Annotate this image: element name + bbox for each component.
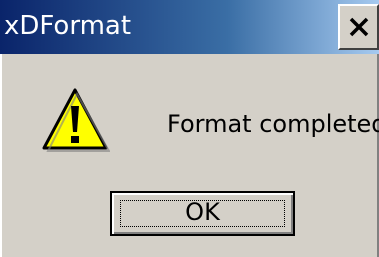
ok-button[interactable]: OK	[110, 191, 295, 236]
warning-icon	[40, 86, 111, 156]
frame-left	[0, 54, 2, 257]
dialog-message: Format completed.	[167, 110, 379, 138]
message-dialog: xDFormat Format completed. OK	[0, 0, 379, 257]
close-button[interactable]	[338, 4, 379, 50]
ok-button-label: OK	[185, 198, 220, 226]
window-title: xDFormat	[4, 11, 132, 41]
close-icon	[349, 17, 369, 37]
title-bar[interactable]: xDFormat	[0, 0, 379, 54]
